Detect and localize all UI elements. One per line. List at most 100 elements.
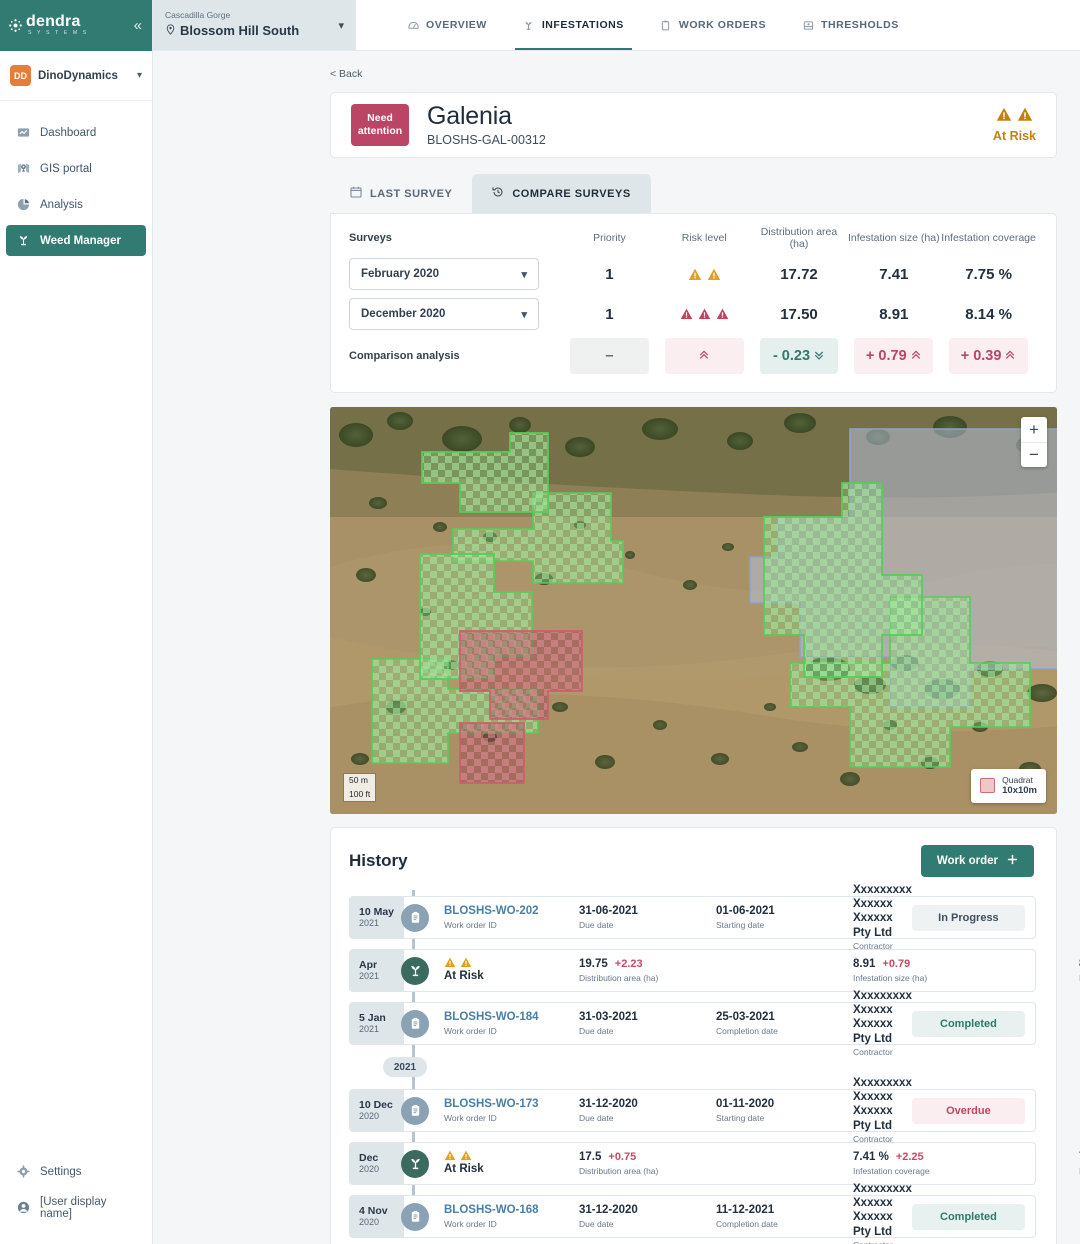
sidebar-item-label: Analysis xyxy=(40,199,83,211)
scale-metric: 50 m xyxy=(343,773,376,787)
due-date-value: 31-06-2021 xyxy=(579,904,716,918)
chevrons-left-icon[interactable]: « xyxy=(134,18,142,33)
work-order-id[interactable]: BLOSHS-WO-168 xyxy=(444,1203,579,1217)
timeline-row-work-order[interactable]: 10 Dec 2020 BLOSHS-WO-173 Work order ID xyxy=(349,1089,1036,1132)
tab-thresholds[interactable]: THRESHOLDS xyxy=(784,0,917,50)
tab-overview[interactable]: OVERVIEW xyxy=(389,0,505,50)
tab-compare-surveys[interactable]: COMPARE SURVEYS xyxy=(472,174,650,213)
work-order-id[interactable]: BLOSHS-WO-184 xyxy=(444,1010,579,1024)
status-badge: Overdue xyxy=(912,1098,1025,1124)
plant-icon xyxy=(401,1150,429,1178)
timeline-row-body: BLOSHS-WO-202 Work order ID 31-06-2021 D… xyxy=(404,897,912,938)
survey-select-2[interactable]: December 2020 ▾ xyxy=(349,298,539,330)
map-zoom-controls: + − xyxy=(1021,417,1047,467)
survey-metric-1-label: Distribution area (ha) xyxy=(579,973,853,984)
chevron-down-icon: ▾ xyxy=(521,308,527,321)
timeline-year-marker: 2021 xyxy=(383,1057,427,1077)
clipboard-icon xyxy=(401,1097,429,1125)
timeline-date-day: 5 Jan xyxy=(359,1012,404,1024)
comparison-risk xyxy=(657,338,752,374)
tab-work-orders[interactable]: WORK ORDERS xyxy=(642,0,784,50)
sidebar-nav: Dashboard GIS portal Analysis Weed Manag… xyxy=(0,101,152,261)
metrics-table: Surveys Priority Risk level Distribution… xyxy=(330,213,1057,393)
timeline-row-work-order[interactable]: 5 Jan 2021 BLOSHS-WO-184 Work order ID xyxy=(349,1002,1036,1045)
work-order-id[interactable]: BLOSHS-WO-202 xyxy=(444,904,579,918)
dashboard-icon xyxy=(16,126,30,140)
infestation-size-value: 8.91 xyxy=(846,306,941,323)
sidebar-item-weed-manager[interactable]: Weed Manager xyxy=(6,225,146,256)
sidebar-item-analysis[interactable]: Analysis xyxy=(6,189,146,220)
chevron-down-icon: ▾ xyxy=(338,19,344,32)
need-attention-line2: attention xyxy=(358,125,402,138)
timeline-row-body: At Risk 19.75+2.23 Distribution area (ha… xyxy=(404,950,1080,991)
timeline-row-work-order[interactable]: 10 May 2021 BLOSHS-WO-202 Work order ID xyxy=(349,896,1036,939)
dendra-logo-icon xyxy=(8,18,23,33)
clipboard-icon xyxy=(401,904,429,932)
survey-risk-field: At Risk xyxy=(444,1150,579,1176)
timeline-date: Dec 2020 xyxy=(350,1143,404,1184)
starting-date-label: Starting date xyxy=(716,1113,853,1124)
tab-last-survey[interactable]: LAST SURVEY xyxy=(330,174,472,213)
metrics-header-row: Surveys Priority Risk level Distribution… xyxy=(347,226,1036,258)
infestation-map[interactable]: + − 50 m 100 ft Quadrat 10x10m xyxy=(330,407,1057,814)
sidebar: dendra S Y S T E M S « DD DinoDynamics ▾… xyxy=(0,0,153,1244)
clipboard-icon xyxy=(401,1203,429,1231)
metrics-row: December 2020 ▾ 1 17.50 xyxy=(347,298,1036,330)
up-chevrons-icon xyxy=(698,348,710,365)
survey-select-1[interactable]: February 2020 ▾ xyxy=(349,258,539,290)
survey-select-1-value: February 2020 xyxy=(361,268,439,280)
map-legend: Quadrat 10x10m xyxy=(971,769,1046,804)
back-link[interactable]: < Back xyxy=(153,51,1080,92)
survey-select-2-value: December 2020 xyxy=(361,308,445,320)
org-switcher[interactable]: DD DinoDynamics ▾ xyxy=(0,51,152,101)
top-tabs: OVERVIEW INFESTATIONS WORK ORDERS xyxy=(356,0,917,50)
sidebar-item-dashboard[interactable]: Dashboard xyxy=(6,117,146,148)
comparison-infestation-size: + 0.79 xyxy=(846,338,941,374)
timeline-row-work-order[interactable]: 4 Nov 2020 BLOSHS-WO-168 Work order ID xyxy=(349,1195,1036,1238)
survey-risk-field: At Risk xyxy=(444,957,579,983)
timeline-date-year: 2020 xyxy=(359,1164,404,1175)
survey-metric-2: 8.91+0.79 Infestation size (ha) xyxy=(853,957,1079,984)
chevron-down-icon: ▾ xyxy=(521,268,527,281)
completion-date-field: 25-03-2021 Completion date xyxy=(716,1010,853,1036)
history-header: History Work order xyxy=(347,845,1036,877)
timeline-date: 10 May 2021 xyxy=(350,897,404,938)
add-work-order-label: Work order xyxy=(937,855,998,867)
survey-metric-1-delta: +2.23 xyxy=(615,958,643,970)
sidebar-item-gis-portal[interactable]: GIS portal xyxy=(6,153,146,184)
site-selector[interactable]: Cascadilla Gorge Blossom Hill South ▾ xyxy=(153,0,356,50)
contractor-value: Xxxxxxxxx Xxxxxx Xxxxxx Pty Ltd xyxy=(853,1182,912,1240)
risk-level-value xyxy=(657,268,752,281)
warning-triangle-icon xyxy=(1017,107,1033,127)
comparison-pill-priority: – xyxy=(570,338,649,374)
contractor-value: Xxxxxxxxx Xxxxxx Xxxxxx Pty Ltd xyxy=(853,989,912,1047)
panel-tab-label: LAST SURVEY xyxy=(370,188,452,200)
sidebar-spacer xyxy=(0,261,152,1156)
work-order-id-field: BLOSHS-WO-184 Work order ID xyxy=(444,1010,579,1036)
timeline-row-survey[interactable]: Dec 2020 At Risk xyxy=(349,1142,1036,1185)
map-canvas xyxy=(330,407,1057,814)
comparison-distribution-value: - 0.23 xyxy=(773,348,810,364)
pie-chart-icon xyxy=(16,198,30,212)
timeline-row-survey[interactable]: Apr 2021 At Risk xyxy=(349,949,1036,992)
comparison-infestation-coverage: + 0.39 xyxy=(941,338,1036,374)
add-work-order-button[interactable]: Work order xyxy=(921,845,1034,877)
risk-icons-amber xyxy=(444,957,579,968)
sidebar-item-settings[interactable]: Settings xyxy=(6,1156,146,1187)
history-card: History Work order 10 May 2021 xyxy=(330,827,1057,1244)
calendar-icon xyxy=(350,186,362,201)
risk-icons-red xyxy=(657,308,752,320)
sidebar-item-user[interactable]: [User display name] xyxy=(6,1192,146,1223)
work-order-id[interactable]: BLOSHS-WO-173 xyxy=(444,1097,579,1111)
timeline-date-day: Dec xyxy=(359,1152,404,1164)
survey-select-wrap: December 2020 ▾ xyxy=(347,298,562,330)
sidebar-item-label: Dashboard xyxy=(40,127,96,139)
top-bar: Cascadilla Gorge Blossom Hill South ▾ O xyxy=(153,0,1080,51)
tab-infestations[interactable]: INFESTATIONS xyxy=(505,0,642,50)
risk-level-value xyxy=(657,308,752,320)
plant-icon xyxy=(401,957,429,985)
risk-status: At Risk xyxy=(993,107,1036,143)
zoom-in-button[interactable]: + xyxy=(1021,417,1047,442)
zoom-out-button[interactable]: − xyxy=(1021,442,1047,467)
comparison-priority: – xyxy=(562,338,657,374)
